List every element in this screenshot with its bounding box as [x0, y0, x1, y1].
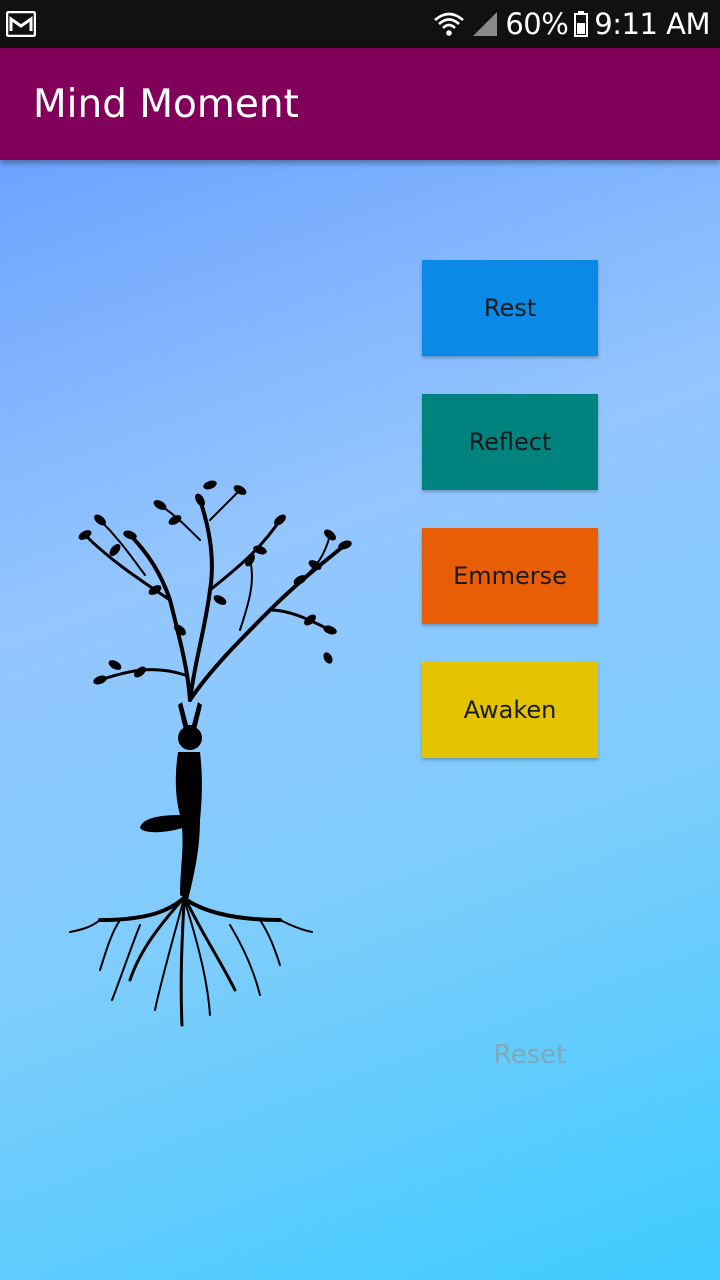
- gmail-icon: [6, 11, 36, 37]
- status-bar: 60% 9:11 AM: [0, 0, 720, 48]
- signal-icon: [473, 12, 498, 36]
- battery-percent: 60%: [505, 7, 569, 41]
- app-title: Mind Moment: [33, 82, 299, 127]
- emmerse-button[interactable]: Emmerse: [422, 528, 598, 624]
- wifi-icon: [434, 12, 465, 36]
- yoga-tree-illustration: [69, 480, 352, 1027]
- battery-icon: [574, 11, 589, 37]
- main-content: Rest Reflect Emmerse Awaken Reset: [0, 160, 720, 1280]
- status-icons: 60% 9:11 AM: [433, 0, 710, 48]
- rest-button[interactable]: Rest: [422, 260, 598, 356]
- awaken-button[interactable]: Awaken: [422, 662, 598, 758]
- reset-button[interactable]: Reset: [488, 1040, 572, 1076]
- reflect-button[interactable]: Reflect: [422, 394, 598, 490]
- clock: 9:11 AM: [594, 7, 710, 41]
- app-bar: Mind Moment: [0, 48, 720, 160]
